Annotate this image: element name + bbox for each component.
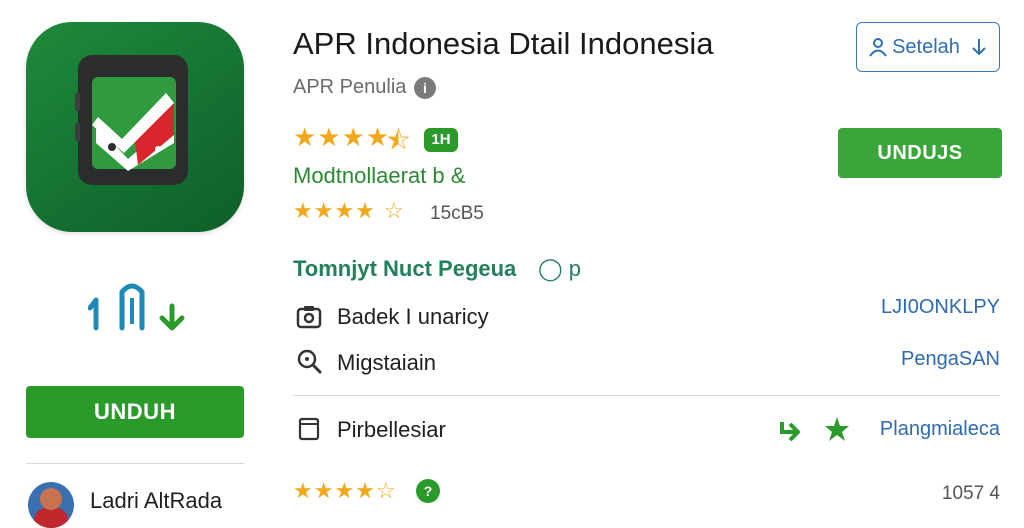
camera-icon bbox=[296, 306, 322, 329]
star-icon[interactable] bbox=[824, 416, 850, 442]
half-star-icon: ⯪ bbox=[386, 125, 412, 155]
bottom-count: 1057 4 bbox=[941, 483, 1000, 504]
unduh-button-left[interactable]: UNDUH bbox=[26, 386, 244, 438]
avatar[interactable] bbox=[28, 482, 74, 528]
row-label: Migstaiain bbox=[337, 350, 437, 375]
app-title: APR Indonesia Dtail Indonesia bbox=[293, 26, 714, 61]
setelah-button[interactable]: Setelah bbox=[856, 22, 1000, 72]
avatar-face bbox=[40, 488, 62, 510]
info-icon[interactable]: i bbox=[414, 77, 436, 99]
user-name: Ladri AltRada bbox=[90, 488, 223, 513]
search-icon bbox=[297, 349, 322, 374]
phone-button bbox=[75, 93, 80, 111]
review-count: 15cB5 bbox=[430, 203, 484, 224]
section-title: Tomnjyt Nuct Pegeua bbox=[293, 256, 517, 281]
rating-badge-bottom: ? bbox=[416, 479, 440, 503]
row-value[interactable]: PengaSAN bbox=[760, 348, 1000, 371]
divider bbox=[293, 395, 1000, 396]
row-value[interactable]: LJI0ONKLPY bbox=[760, 296, 1000, 319]
user-icon bbox=[869, 38, 887, 57]
divider bbox=[26, 463, 244, 464]
download-icon[interactable] bbox=[776, 416, 804, 442]
rating-stars-bottom: ★★★★☆ bbox=[293, 478, 397, 503]
unduh-button-right[interactable]: UNDUJS bbox=[838, 128, 1002, 178]
transfer-icon[interactable] bbox=[88, 278, 198, 338]
row-value[interactable]: Plangmialeca bbox=[858, 418, 1000, 441]
developer-name[interactable]: APR Penulia bbox=[293, 76, 406, 99]
half-star-icon: ☆ bbox=[384, 198, 405, 223]
row-label: Pirbellesiar bbox=[337, 417, 446, 442]
rating-badge: 1H bbox=[424, 128, 458, 152]
section-extra[interactable]: ◯ p bbox=[538, 256, 581, 282]
avatar-body bbox=[34, 508, 68, 528]
rating-stars-secondary: ★★★★ bbox=[293, 198, 376, 223]
rating-stars: ★★★★ bbox=[293, 122, 391, 152]
checkmark-card-icon bbox=[92, 77, 176, 171]
download-arrow-icon bbox=[972, 39, 986, 56]
app-tagline: Modtnollaerat b & bbox=[293, 163, 466, 188]
row-label: Badek I unaricy bbox=[337, 304, 489, 329]
phone-button bbox=[75, 123, 80, 141]
phone-icon bbox=[75, 55, 188, 185]
document-icon bbox=[298, 417, 320, 441]
setelah-label: Setelah bbox=[892, 35, 960, 58]
